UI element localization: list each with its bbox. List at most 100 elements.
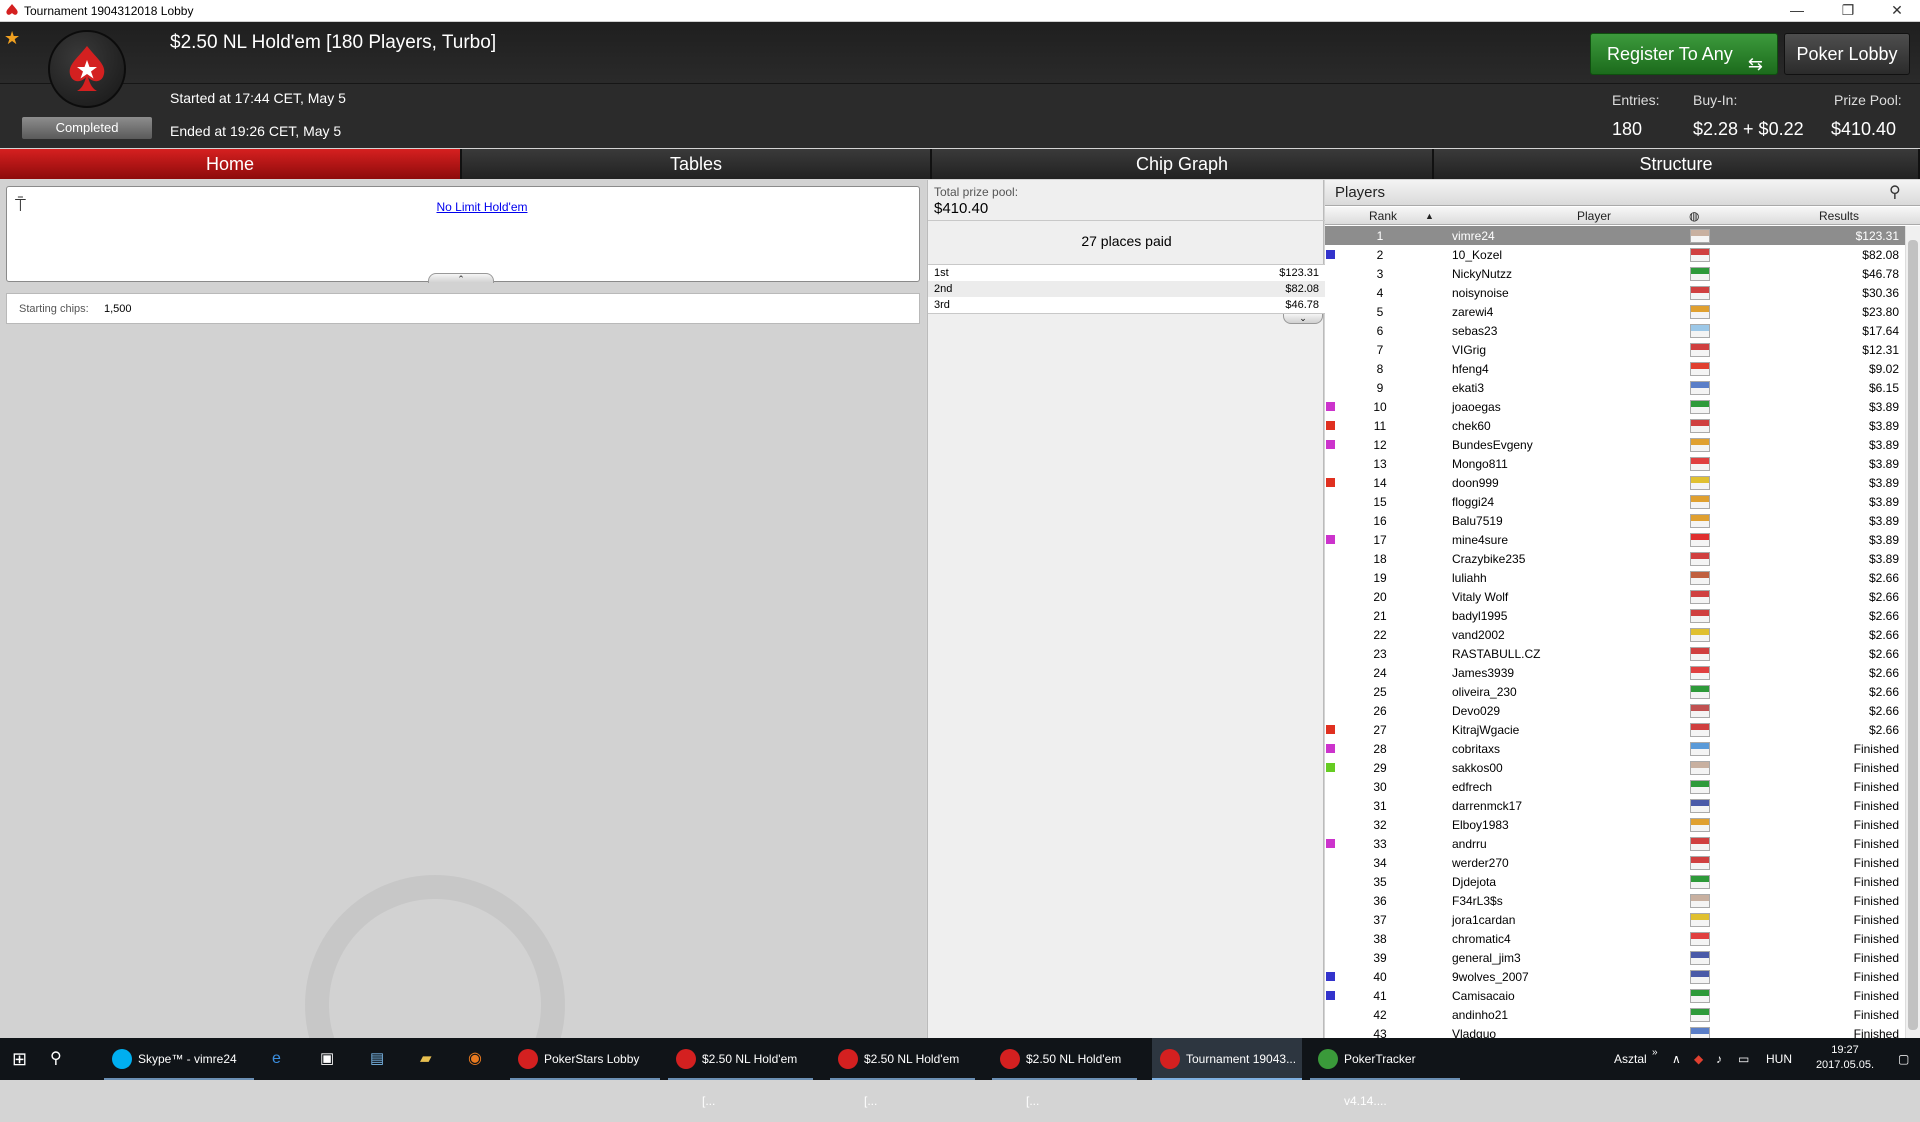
player-result: Finished — [1853, 970, 1899, 984]
player-name: andinho21 — [1452, 1008, 1509, 1022]
player-row[interactable]: 28 cobritaxs Finished — [1325, 739, 1905, 758]
player-row[interactable]: 17 mine4sure $3.89 — [1325, 530, 1905, 549]
player-rank: 34 — [1373, 856, 1387, 870]
player-row[interactable]: 12 BundesEvgeny $3.89 — [1325, 435, 1905, 454]
player-result: Finished — [1853, 894, 1899, 908]
tab-chip-graph[interactable]: Chip Graph — [932, 149, 1434, 179]
collapse-handle[interactable]: ⌃ — [428, 273, 494, 284]
player-result: $2.66 — [1868, 571, 1899, 585]
player-row[interactable]: 27 KitrajWgacie $2.66 — [1325, 720, 1905, 739]
country-flag-icon — [1690, 381, 1710, 395]
payout-amount: $82.08 — [1285, 283, 1319, 295]
tab-tables[interactable]: Tables — [462, 149, 932, 179]
player-row[interactable]: 41 Camisacaio Finished — [1325, 986, 1905, 1005]
scrollbar-thumb[interactable] — [1908, 240, 1918, 1030]
chevron-icon[interactable]: » — [1652, 1038, 1658, 1080]
window-titlebar: Tournament 1904312018 Lobby — ❐ ✕ — [0, 0, 1920, 22]
minimize-button[interactable]: — — [1774, 0, 1820, 22]
player-row[interactable]: 18 Crazybike235 $3.89 — [1325, 549, 1905, 568]
search-icon[interactable]: ⚲ — [50, 1038, 62, 1080]
firefox-icon[interactable]: ◉ — [468, 1038, 482, 1080]
player-row[interactable]: 31 darrenmck17 Finished — [1325, 796, 1905, 815]
player-row[interactable]: 3 NickyNutzz $46.78 — [1325, 264, 1905, 283]
taskbar-item[interactable]: Tournament 19043... — [1152, 1038, 1302, 1080]
game-type-link[interactable]: No Limit Hold'em — [7, 200, 926, 214]
player-row[interactable]: 24 James3939 $2.66 — [1325, 663, 1905, 682]
expand-payouts-handle[interactable]: ⌄ — [1283, 314, 1323, 324]
clock[interactable]: 19:27 2017.05.05. — [1800, 1043, 1890, 1073]
volume-icon[interactable]: ♪ — [1716, 1038, 1722, 1080]
player-row[interactable]: 14 doon999 $3.89 — [1325, 473, 1905, 492]
player-note-marker — [1326, 839, 1335, 848]
player-row[interactable]: 40 9wolves_2007 Finished — [1325, 967, 1905, 986]
player-name: luliahh — [1452, 571, 1487, 585]
taskbar-item[interactable]: PokerStars Lobby — [510, 1038, 660, 1080]
player-row[interactable]: 34 werder270 Finished — [1325, 853, 1905, 872]
favorite-star-icon[interactable]: ★ — [4, 28, 20, 49]
network-icon[interactable]: ▭ — [1738, 1038, 1749, 1080]
rank-column-header[interactable]: Rank — [1369, 209, 1397, 223]
player-row[interactable]: 37 jora1cardan Finished — [1325, 910, 1905, 929]
player-row[interactable]: 11 chek60 $3.89 — [1325, 416, 1905, 435]
windows-start-icon[interactable]: ⊞ — [12, 1038, 27, 1080]
player-row[interactable]: 10 joaoegas $3.89 — [1325, 397, 1905, 416]
player-row[interactable]: 42 andinho21 Finished — [1325, 1005, 1905, 1024]
player-row[interactable]: 2 10_Kozel $82.08 — [1325, 245, 1905, 264]
player-row[interactable]: 32 Elboy1983 Finished — [1325, 815, 1905, 834]
tray-app-icon[interactable]: ◆ — [1694, 1038, 1703, 1080]
register-to-any-button[interactable]: Register To Any ⇆ — [1590, 33, 1778, 75]
player-row[interactable]: 6 sebas23 $17.64 — [1325, 321, 1905, 340]
poker-lobby-button[interactable]: Poker Lobby — [1784, 33, 1910, 75]
taskbar-item[interactable]: $2.50 NL Hold'em [... — [668, 1038, 813, 1108]
player-row[interactable]: 1 vimre24 $123.31 — [1325, 226, 1905, 245]
player-row[interactable]: 4 noisynoise $30.36 — [1325, 283, 1905, 302]
player-row[interactable]: 29 sakkos00 Finished — [1325, 758, 1905, 777]
player-row[interactable]: 9 ekati3 $6.15 — [1325, 378, 1905, 397]
player-row[interactable]: 21 badyl1995 $2.66 — [1325, 606, 1905, 625]
taskbar-item[interactable]: Skype™ - vimre24 — [104, 1038, 254, 1080]
maximize-button[interactable]: ❐ — [1825, 0, 1871, 22]
player-row[interactable]: 25 oliveira_230 $2.66 — [1325, 682, 1905, 701]
network-computer-icon[interactable]: ▤ — [370, 1038, 384, 1080]
player-row[interactable]: 22 vand2002 $2.66 — [1325, 625, 1905, 644]
player-row[interactable]: 38 chromatic4 Finished — [1325, 929, 1905, 948]
taskbar-item[interactable]: $2.50 NL Hold'em [... — [830, 1038, 975, 1108]
language-indicator[interactable]: HUN — [1766, 1038, 1792, 1080]
player-row[interactable]: 5 zarewi4 $23.80 — [1325, 302, 1905, 321]
player-column-header[interactable]: Player — [1577, 209, 1611, 223]
edge-icon[interactable]: e — [272, 1038, 281, 1080]
player-note-marker — [1326, 763, 1335, 772]
player-row[interactable]: 43 Vladguo Finished — [1325, 1024, 1905, 1038]
tray-up-arrow-icon[interactable]: ∧ — [1672, 1038, 1681, 1080]
tab-home[interactable]: Home — [0, 149, 462, 179]
players-scrollbar[interactable] — [1905, 226, 1920, 1038]
player-row[interactable]: 33 andrru Finished — [1325, 834, 1905, 853]
notifications-icon[interactable]: ▢ — [1898, 1038, 1909, 1080]
desktop-label[interactable]: Asztal — [1614, 1038, 1647, 1080]
results-column-header[interactable]: Results — [1819, 209, 1859, 223]
player-row[interactable]: 16 Balu7519 $3.89 — [1325, 511, 1905, 530]
player-row[interactable]: 39 general_jim3 Finished — [1325, 948, 1905, 967]
taskbar-item[interactable]: $2.50 NL Hold'em [... — [992, 1038, 1137, 1108]
player-row[interactable]: 20 Vitaly Wolf $2.66 — [1325, 587, 1905, 606]
player-row[interactable]: 26 Devo029 $2.66 — [1325, 701, 1905, 720]
player-row[interactable]: 7 VIGrig $12.31 — [1325, 340, 1905, 359]
taskbar-item[interactable]: PokerTracker v4.14.... — [1310, 1038, 1460, 1108]
file-explorer-icon[interactable]: ▰ — [420, 1038, 432, 1080]
player-rank: 13 — [1373, 457, 1387, 471]
store-icon[interactable]: ▣ — [320, 1038, 334, 1080]
player-row[interactable]: 36 F34rL3$s Finished — [1325, 891, 1905, 910]
globe-icon[interactable]: ◍ — [1689, 209, 1699, 223]
close-button[interactable]: ✕ — [1874, 0, 1920, 22]
skype-icon — [112, 1049, 132, 1069]
player-row[interactable]: 15 floggi24 $3.89 — [1325, 492, 1905, 511]
search-icon[interactable]: ⚲ — [1889, 182, 1901, 202]
tab-structure[interactable]: Structure — [1434, 149, 1920, 179]
player-row[interactable]: 23 RASTABULL.CZ $2.66 — [1325, 644, 1905, 663]
player-row[interactable]: 30 edfrech Finished — [1325, 777, 1905, 796]
player-row[interactable]: 8 hfeng4 $9.02 — [1325, 359, 1905, 378]
player-row[interactable]: 19 luliahh $2.66 — [1325, 568, 1905, 587]
player-row[interactable]: 35 Djdejota Finished — [1325, 872, 1905, 891]
pokerstars-logo — [48, 30, 126, 108]
player-row[interactable]: 13 Mongo811 $3.89 — [1325, 454, 1905, 473]
